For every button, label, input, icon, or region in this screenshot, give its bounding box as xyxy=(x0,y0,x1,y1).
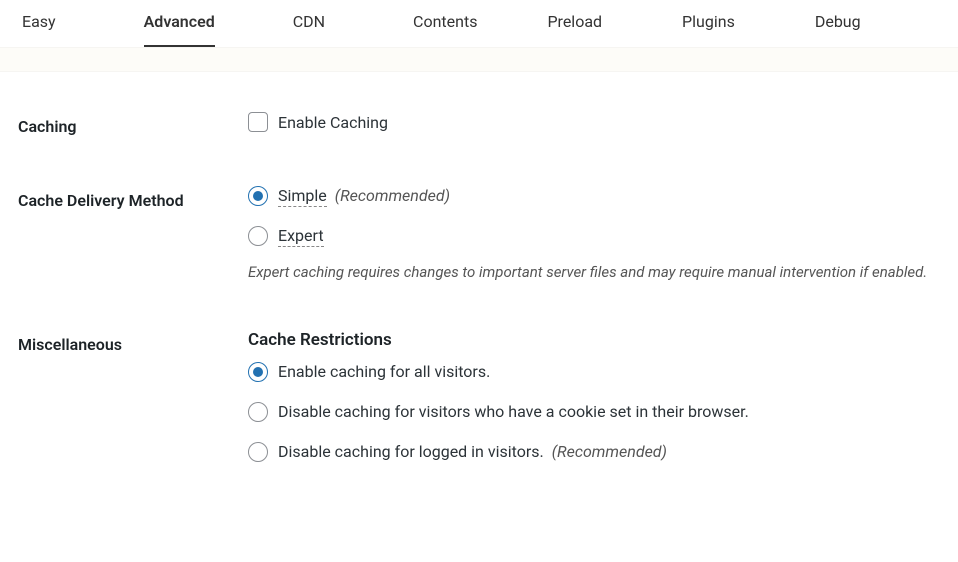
tab-contents[interactable]: Contents xyxy=(413,0,477,47)
delivery-simple-label: Simple xyxy=(278,186,327,207)
checkbox-icon xyxy=(248,112,268,132)
delivery-simple-radio[interactable]: Simple (Recommended) xyxy=(248,186,938,206)
row-delivery: Cache Delivery Method Simple (Recommende… xyxy=(18,186,958,284)
tab-plugins[interactable]: Plugins xyxy=(682,0,735,47)
restrict-cookie-label: Disable caching for visitors who have a … xyxy=(278,402,749,421)
caching-section-label: Caching xyxy=(18,112,248,140)
restrict-all-label: Enable caching for all visitors. xyxy=(278,362,490,381)
misc-section-label: Miscellaneous xyxy=(18,330,248,358)
top-spacer xyxy=(0,48,958,72)
row-caching: Caching Enable Caching xyxy=(18,112,958,140)
delivery-expert-note: Expert caching requires changes to impor… xyxy=(248,261,938,284)
radio-icon xyxy=(248,362,268,382)
tab-advanced[interactable]: Advanced xyxy=(144,0,215,47)
cache-restrictions-title: Cache Restrictions xyxy=(248,330,938,350)
settings-form: Caching Enable Caching Cache Delivery Me… xyxy=(0,72,958,462)
delivery-expert-label: Expert xyxy=(278,226,324,247)
tab-preload[interactable]: Preload xyxy=(547,0,602,47)
restrict-loggedin-radio[interactable]: Disable caching for logged in visitors. … xyxy=(248,442,938,462)
enable-caching-label: Enable Caching xyxy=(278,113,388,132)
radio-icon xyxy=(248,226,268,246)
tab-debug[interactable]: Debug xyxy=(815,0,861,47)
radio-icon xyxy=(248,186,268,206)
tab-nav: Easy Advanced CDN Contents Preload Plugi… xyxy=(0,0,958,48)
restrict-loggedin-hint: (Recommended) xyxy=(552,442,667,461)
delivery-simple-hint: (Recommended) xyxy=(335,186,450,205)
row-misc: Miscellaneous Cache Restrictions Enable … xyxy=(18,330,958,462)
tab-cdn[interactable]: CDN xyxy=(293,0,325,47)
restrict-cookie-radio[interactable]: Disable caching for visitors who have a … xyxy=(248,402,938,422)
enable-caching-checkbox[interactable]: Enable Caching xyxy=(248,112,938,132)
delivery-section-label: Cache Delivery Method xyxy=(18,186,248,214)
restrict-loggedin-label: Disable caching for logged in visitors. xyxy=(278,442,544,461)
delivery-expert-radio[interactable]: Expert xyxy=(248,226,938,247)
tab-easy[interactable]: Easy xyxy=(22,0,56,47)
radio-icon xyxy=(248,442,268,462)
restrict-all-radio[interactable]: Enable caching for all visitors. xyxy=(248,362,938,382)
radio-icon xyxy=(248,402,268,422)
